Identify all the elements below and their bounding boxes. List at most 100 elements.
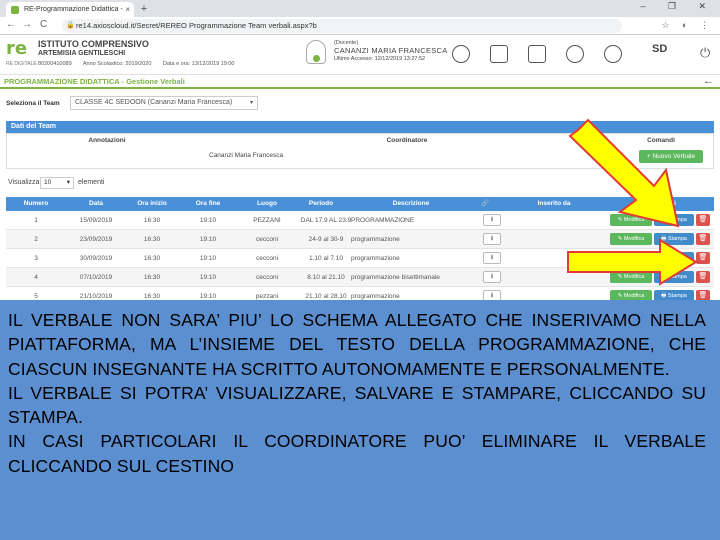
cell-inizio: 16:30 xyxy=(143,217,161,224)
col-ora-fine[interactable]: Ora fine xyxy=(178,197,238,211)
cell-data: 07/10/2019 xyxy=(79,274,113,281)
team-select[interactable]: CLASSE 4C SEDOON (Cananzi Maria Francesc… xyxy=(70,96,258,110)
team-panel-table: Annotazioni Coordinatore Comandi Cananzi… xyxy=(6,133,714,169)
cell-descrizione: programmazione xyxy=(351,255,400,262)
modifica-button[interactable]: ✎ Modifica xyxy=(610,252,652,264)
download-icon[interactable]: ⭳ xyxy=(483,271,501,283)
verbali-table-header: Numero Data Ora inizio Ora fine Luogo Pe… xyxy=(6,197,714,211)
cell-n: 1 xyxy=(34,217,38,224)
cell-descrizione: PROGRAMMAZIONE xyxy=(351,217,415,224)
download-icon[interactable]: ⭳ xyxy=(483,252,501,264)
instruction-overlay: IL VERBALE NON SARA’ PIU’ LO SCHEMA ALLE… xyxy=(0,300,720,540)
app-header: re RE DIGITALE ISTITUTO COMPRENSIVO ARTE… xyxy=(0,35,720,75)
calendar-icon[interactable] xyxy=(490,45,508,63)
school-name: ISTITUTO COMPRENSIVO xyxy=(38,39,149,49)
help-icon[interactable] xyxy=(566,45,584,63)
coordinatore-name: Cananzi Maria Francesca xyxy=(209,152,284,159)
back-icon[interactable]: ← xyxy=(703,75,714,87)
new-tab-button[interactable]: + xyxy=(138,3,150,15)
stampa-button[interactable]: 🖶 Stampa xyxy=(654,214,694,226)
caret-down-icon: ▾ xyxy=(66,179,70,186)
cell-periodo: DAL 17.9 AL 23.9 xyxy=(300,217,352,224)
team-select-value: CLASSE 4C SEDOON (Cananzi Maria Francesc… xyxy=(75,99,233,106)
user-name: CANANZI MARIA FRANCESCA xyxy=(334,46,448,55)
school-subtitle: ARTEMISIA GENTILESCHI xyxy=(38,50,126,57)
col-comandi: Comandi xyxy=(648,200,676,207)
trash-icon[interactable]: 🗑 xyxy=(696,252,710,264)
col-annotazioni: Annotazioni xyxy=(88,137,126,144)
cell-luogo: cecconi xyxy=(255,236,279,243)
url-input[interactable]: 🔒 re14.axioscloud.it/Secret/REREO Progra… xyxy=(62,19,622,33)
download-icon[interactable]: ⭳ xyxy=(483,233,501,245)
instruction-paragraph-1: IL VERBALE NON SARA’ PIU’ LO SCHEMA ALLE… xyxy=(8,310,706,379)
col-comandi: Comandi xyxy=(647,137,675,144)
instruction-paragraph-3: IN CASI PARTICOLARI IL COORDINATORE PUO’… xyxy=(8,431,706,476)
new-verbale-button[interactable]: + Nuovo Verbale xyxy=(639,150,703,163)
page-title: PROGRAMMAZIONE DIDATTICA - Gestione Verb… xyxy=(4,77,185,86)
cell-data: 15/09/2019 xyxy=(79,217,113,224)
table-row: 4 07/10/2019 16:30 19:10 cecconi 8.10 al 21.1… xyxy=(6,268,714,287)
reload-icon[interactable]: C xyxy=(40,19,47,30)
cell-inizio: 16:30 xyxy=(143,236,161,243)
stampa-button[interactable]: 🖶 Stampa xyxy=(654,252,694,264)
cell-n: 3 xyxy=(34,255,38,262)
cell-luogo: PEZZANI xyxy=(253,217,281,224)
modifica-button[interactable]: ✎ Modifica xyxy=(610,214,652,226)
page-title-bar: PROGRAMMAZIONE DIDATTICA - Gestione Verb… xyxy=(0,75,720,89)
col-descrizione[interactable]: Descrizione xyxy=(346,197,476,211)
cell-luogo: cecconi xyxy=(255,255,279,262)
last-access: Ultimo Accesso: 12/12/2019 13:27:52 xyxy=(334,56,426,62)
col-numero[interactable]: Numero xyxy=(6,197,66,211)
browser-tab-bar: RE-Programmazione Didattica - × + – ❐ ✕ xyxy=(0,0,720,17)
window-controls[interactable]: – ❐ ✕ xyxy=(640,1,716,12)
cell-periodo: 8.10 al 21.10 xyxy=(307,274,345,281)
page-size-select[interactable]: 10 ▾ xyxy=(40,177,74,189)
user-avatar-icon[interactable] xyxy=(306,40,326,64)
back-arrow-icon[interactable]: ← xyxy=(6,19,16,30)
session-meta: 80200410089 Anno Scolastico: 2019/2020 D… xyxy=(38,61,244,67)
cell-descrizione: programmazione bisettimanale xyxy=(351,274,440,281)
table-row: 2 23/09/2019 16:30 19:10 cecconi 24-9 al 30-9… xyxy=(6,230,714,249)
col-luogo[interactable]: Luogo xyxy=(238,197,296,211)
col-inserito-da[interactable]: Inserito da xyxy=(504,197,604,211)
sd-logo[interactable]: SD xyxy=(652,43,667,55)
home-icon[interactable] xyxy=(452,45,470,63)
table-row: 3 30/09/2019 16:30 19:10 cecconi 1.10 al 7.10… xyxy=(6,249,714,268)
tab-close-icon[interactable]: × xyxy=(125,2,130,17)
cell-luogo: cecconi xyxy=(255,274,279,281)
instruction-paragraph-2: IL VERBALE SI POTRA’ VISUALIZZARE, SALVA… xyxy=(8,382,706,428)
page-size-value: 10 xyxy=(44,179,52,186)
cell-inizio: 16:30 xyxy=(143,255,161,262)
trash-icon[interactable]: 🗑 xyxy=(696,233,710,245)
cell-inizio: 16:30 xyxy=(143,274,161,281)
extension-icons[interactable]: ☆ ◐ ⋮ xyxy=(661,20,714,31)
attach-icon: 🔗 xyxy=(480,200,490,207)
caret-down-icon: ▾ xyxy=(249,100,253,106)
team-select-label: Seleziona il Team xyxy=(6,100,60,107)
modifica-button[interactable]: ✎ Modifica xyxy=(610,233,652,245)
forward-arrow-icon[interactable]: → xyxy=(22,19,32,30)
download-icon[interactable]: ⭳ xyxy=(483,214,501,226)
cell-data: 30/09/2019 xyxy=(79,255,113,262)
col-periodo[interactable]: Periodo xyxy=(296,197,346,211)
browser-tab[interactable]: RE-Programmazione Didattica - × xyxy=(6,2,134,17)
info-icon[interactable] xyxy=(604,45,622,63)
power-icon[interactable]: ⏻ xyxy=(700,45,710,61)
cell-fine: 19:10 xyxy=(199,236,217,243)
cell-fine: 19:10 xyxy=(199,274,217,281)
trash-icon[interactable]: 🗑 xyxy=(696,271,710,283)
team-panel-header: Dati del Team xyxy=(6,121,714,133)
stampa-button[interactable]: 🖶 Stampa xyxy=(654,233,694,245)
grid-icon[interactable] xyxy=(528,45,546,63)
col-ora-inizio[interactable]: Ora inizio xyxy=(126,197,178,211)
school-name-block: ISTITUTO COMPRENSIVO ARTEMISIA GENTILESC… xyxy=(38,39,149,59)
school-code: 80200410089 xyxy=(38,61,72,67)
cell-data: 23/09/2019 xyxy=(79,236,113,243)
col-coordinatore: Coordinatore xyxy=(386,137,428,144)
col-data[interactable]: Data xyxy=(66,197,126,211)
stampa-button[interactable]: 🖶 Stampa xyxy=(654,271,694,283)
favicon-icon xyxy=(11,6,19,14)
modifica-button[interactable]: ✎ Modifica xyxy=(610,271,652,283)
trash-icon[interactable]: 🗑 xyxy=(696,214,710,226)
current-datetime: Data e ora: 13/12/2019 19:00 xyxy=(162,61,235,67)
